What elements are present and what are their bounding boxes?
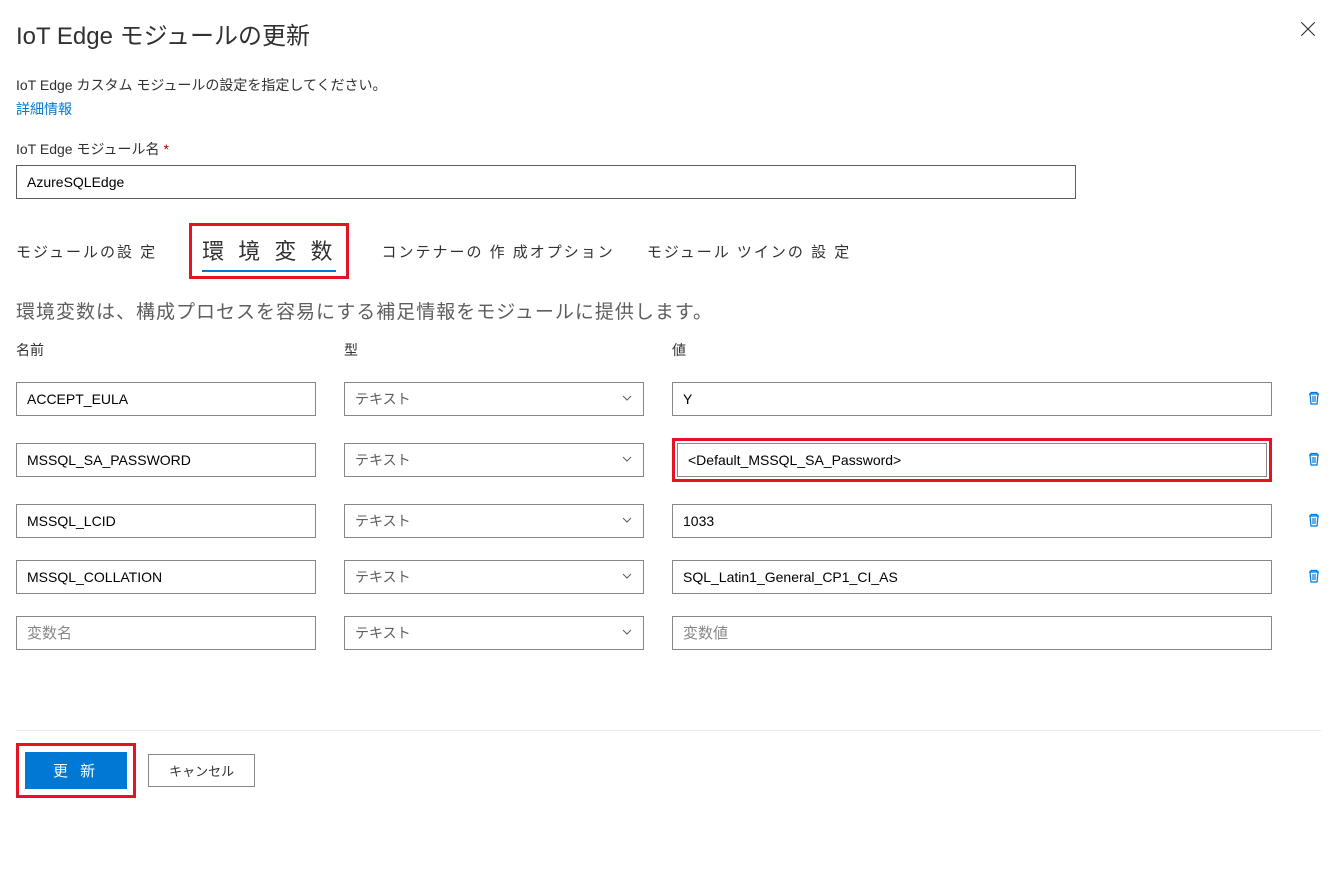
tab-container-options[interactable]: コンテナーの 作 成オプション	[381, 237, 614, 266]
description-text: IoT Edge カスタム モジュールの設定を指定してください。	[16, 75, 1321, 95]
close-icon	[1299, 26, 1317, 41]
env-name-input[interactable]	[16, 382, 316, 416]
module-name-label: IoT Edge モジュール名*	[16, 139, 1321, 159]
delete-button[interactable]	[1300, 512, 1328, 531]
env-name-input[interactable]	[16, 443, 316, 477]
cancel-button[interactable]: キャンセル	[148, 754, 255, 787]
env-type-select[interactable]: テキスト	[344, 560, 644, 594]
env-name-input[interactable]	[16, 560, 316, 594]
col-header-type: 型	[344, 340, 644, 360]
highlight-box	[672, 438, 1272, 482]
update-button[interactable]: 更 新	[25, 752, 127, 789]
env-name-input-new[interactable]	[16, 616, 316, 650]
col-header-value: 値	[672, 340, 1272, 360]
env-name-input[interactable]	[16, 504, 316, 538]
chevron-down-icon	[621, 452, 633, 468]
chevron-down-icon	[621, 391, 633, 407]
highlight-box: 環 境 変 数	[189, 223, 349, 279]
trash-icon	[1306, 568, 1322, 587]
close-button[interactable]	[1295, 16, 1321, 45]
more-info-link[interactable]: 詳細情報	[16, 99, 72, 119]
delete-button[interactable]	[1300, 390, 1328, 409]
env-type-select[interactable]: テキスト	[344, 616, 644, 650]
env-value-input[interactable]	[672, 504, 1272, 538]
tab-env-vars[interactable]: 環 境 変 数	[202, 230, 336, 272]
env-value-input[interactable]	[672, 560, 1272, 594]
tab-module-twin[interactable]: モジュール ツインの 設 定	[647, 237, 851, 266]
col-header-name: 名前	[16, 340, 316, 360]
delete-button[interactable]	[1300, 451, 1328, 470]
chevron-down-icon	[621, 513, 633, 529]
env-type-select[interactable]: テキスト	[344, 443, 644, 477]
tab-module-settings[interactable]: モジュールの設 定	[16, 237, 157, 266]
env-description: 環境変数は、構成プロセスを容易にする補足情報をモジュールに提供します。	[16, 297, 1321, 324]
chevron-down-icon	[621, 569, 633, 585]
env-type-select[interactable]: テキスト	[344, 382, 644, 416]
trash-icon	[1306, 390, 1322, 409]
highlight-box: 更 新	[16, 743, 136, 798]
trash-icon	[1306, 512, 1322, 531]
env-type-select[interactable]: テキスト	[344, 504, 644, 538]
env-value-input[interactable]	[677, 443, 1267, 477]
env-value-input-new[interactable]	[672, 616, 1272, 650]
env-value-input[interactable]	[672, 382, 1272, 416]
chevron-down-icon	[621, 625, 633, 641]
tabs: モジュールの設 定 環 境 変 数 コンテナーの 作 成オプション モジュール …	[16, 223, 1321, 279]
module-name-input[interactable]	[16, 165, 1076, 199]
delete-button[interactable]	[1300, 568, 1328, 587]
trash-icon	[1306, 451, 1322, 470]
page-title: IoT Edge モジュールの更新	[16, 16, 310, 51]
